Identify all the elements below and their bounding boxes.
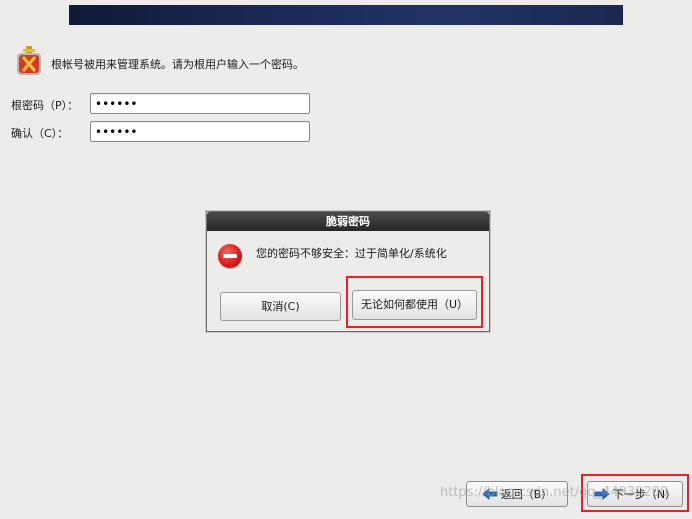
error-icon <box>218 244 242 268</box>
cancel-button[interactable]: 取消(C) <box>220 292 341 321</box>
back-button[interactable]: 返回（B） <box>466 481 568 507</box>
weak-password-dialog: 脆弱密码 您的密码不够安全：过于简单化/系统化 取消(C) 无论如何都使用（U） <box>206 211 490 332</box>
next-button[interactable]: 下一步（N） <box>587 481 683 507</box>
confirm-password-field[interactable] <box>90 121 310 142</box>
arrow-left-icon <box>482 488 498 500</box>
header-icon-wrap <box>14 44 44 78</box>
next-button-label: 下一步（N） <box>612 488 677 501</box>
confirm-password-label: 确认（C）： <box>11 127 69 140</box>
top-banner <box>69 5 623 25</box>
use-anyway-button[interactable]: 无论如何都使用（U） <box>352 290 477 320</box>
root-password-field[interactable] <box>90 93 310 114</box>
root-password-label: 根密码（P）： <box>11 99 79 112</box>
dialog-title: 脆弱密码 <box>207 212 489 231</box>
back-button-label: 返回（B） <box>500 488 553 501</box>
arrow-right-icon <box>594 488 610 500</box>
intro-text: 根帐号被用来管理系统。请为根用户输入一个密码。 <box>51 58 304 71</box>
shield-icon <box>17 46 41 75</box>
dialog-message: 您的密码不够安全：过于简单化/系统化 <box>256 247 447 260</box>
